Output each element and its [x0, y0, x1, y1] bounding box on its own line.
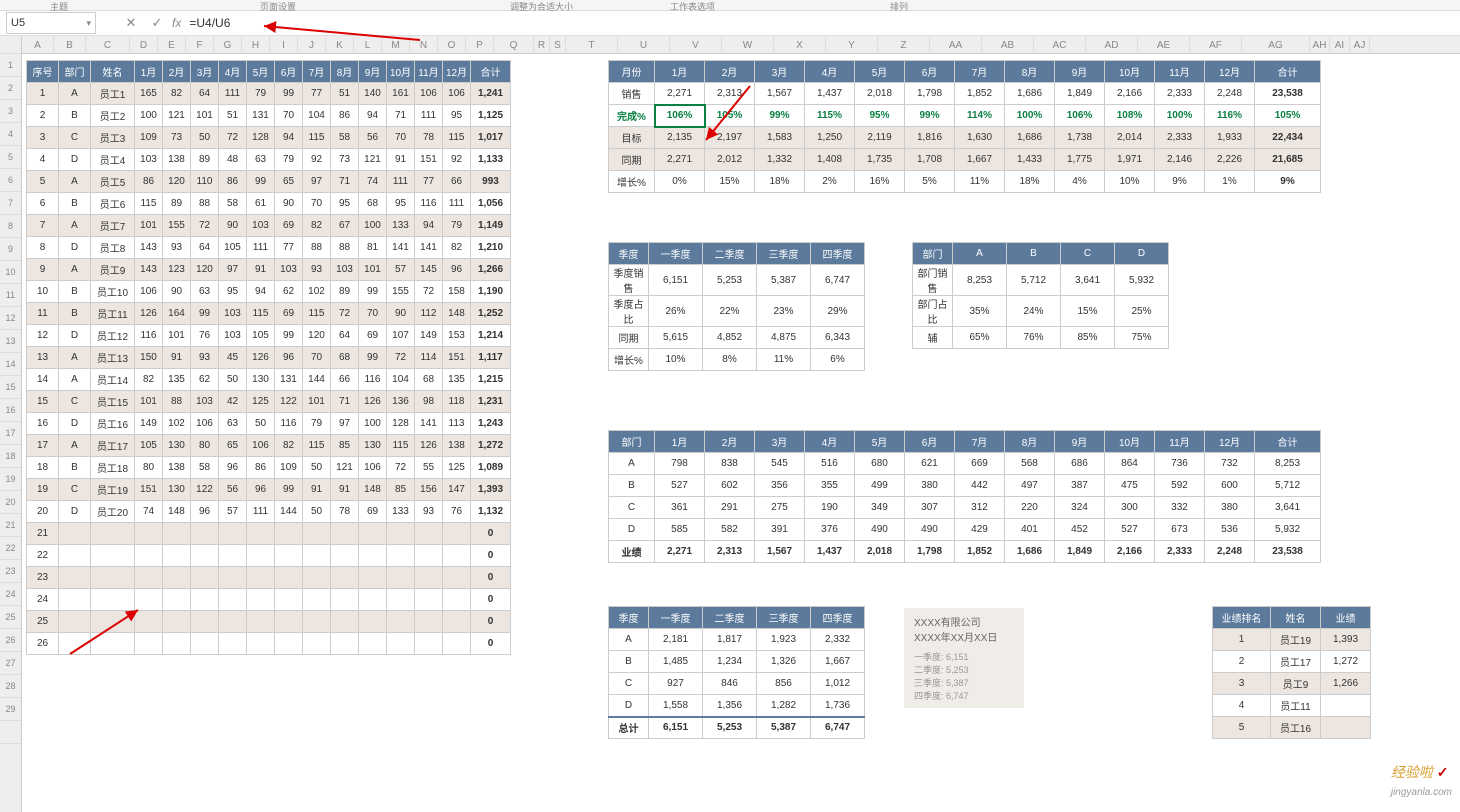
rank-table: 业绩排名姓名业绩1员工191,3932员工171,2723员工91,2664员工… [1212, 606, 1371, 739]
name-box[interactable]: U5▾ [6, 12, 96, 34]
annotation-arrow-2 [702, 84, 752, 147]
ribbon-groups: 主题 页面设置 调整为合适大小 工作表选项 排列 [0, 0, 1460, 10]
formula-bar: U5▾ ✕ ✓ fx =U4/U6 [0, 10, 1460, 36]
fx-icon[interactable]: fx [172, 16, 181, 30]
annotation-arrow-1 [260, 24, 420, 45]
row-headers[interactable]: 1234567891011121314151617181920212223242… [0, 36, 22, 812]
spreadsheet-grid[interactable]: 1234567891011121314151617181920212223242… [0, 36, 1460, 812]
cancel-icon[interactable]: ✕ [120, 12, 142, 34]
quarter-sales: 季度一季度二季度三季度四季度季度销售6,1515,2535,3876,747季度… [608, 242, 865, 371]
dropdown-icon[interactable]: ▾ [86, 18, 91, 29]
dept-monthly: 部门1月2月3月4月5月6月7月8月9月10月11月12月合计A79883854… [608, 430, 1321, 563]
info-box: XXXX有限公司 XXXX年XX月XX日 一季度: 6,151 二季度: 5,2… [904, 608, 1024, 708]
annotation-arrow-3 [68, 606, 148, 659]
watermark: 经验啦 ✓jingyanla.com [1391, 762, 1452, 798]
quarter-dept: 季度一季度二季度三季度四季度A2,1811,8171,9232,332B1,48… [608, 606, 865, 739]
column-headers[interactable]: ABCDEFGHIJKLMNOPQRSTUVWXYZAAABACADAEAFAG… [22, 36, 1460, 54]
dept-share: 部门ABCD部门销售8,2535,7123,6415,932部门占比35%24%… [912, 242, 1169, 349]
employee-table: 序号部门姓名1月2月3月4月5月6月7月8月9月10月11月12月合计1A员工1… [26, 60, 511, 655]
check-icon[interactable]: ✓ [146, 12, 168, 34]
